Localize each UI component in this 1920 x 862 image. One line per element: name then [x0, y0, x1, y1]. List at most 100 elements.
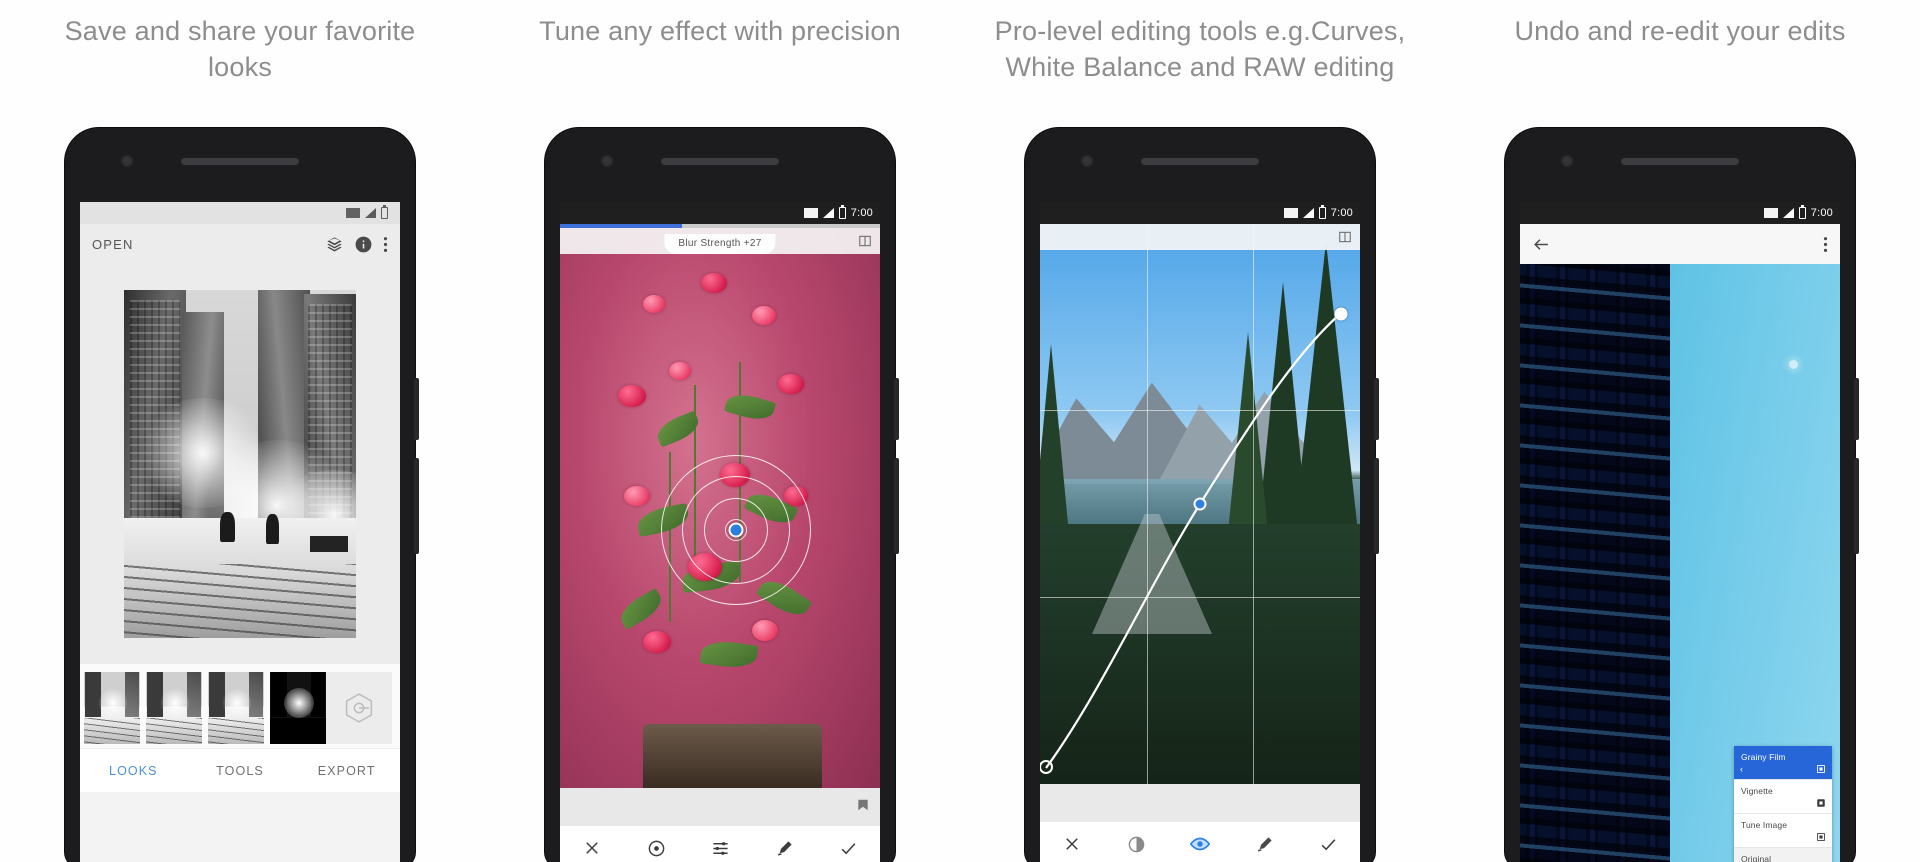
bottom-toolbar-2: [560, 826, 880, 862]
photo-person: [266, 514, 279, 544]
volume-button[interactable]: [894, 378, 899, 440]
earpiece-speaker: [1621, 158, 1739, 165]
history-item-label: Vignette: [1741, 786, 1773, 796]
stack-looks-icon[interactable]: [325, 235, 344, 254]
photo-pot: [643, 724, 823, 788]
sliders-icon[interactable]: [688, 839, 752, 858]
phone-3-screen: 7:00: [1040, 202, 1360, 862]
app-bar-4: [1520, 224, 1840, 264]
tab-looks[interactable]: LOOKS: [80, 764, 187, 778]
volume-button[interactable]: [1854, 378, 1859, 440]
history-item-tune-image[interactable]: Tune Image: [1734, 814, 1832, 848]
look-preview: [270, 672, 326, 744]
feature-panel-4: Undo and re-edit your edits 7:00 Grainy …: [1440, 0, 1920, 862]
tone-curve-point-mid[interactable]: [1193, 497, 1207, 511]
earpiece-speaker: [181, 158, 299, 165]
effect-footer: [1040, 784, 1360, 822]
eye-preview-icon[interactable]: [1168, 833, 1232, 855]
front-camera-icon: [1561, 155, 1573, 167]
look-preview: [146, 672, 202, 744]
status-time-3: 7:00: [1330, 207, 1353, 219]
back-chevron-icon[interactable]: ‹: [1740, 764, 1743, 774]
wifi-icon: [346, 208, 360, 218]
add-look-icon[interactable]: [326, 672, 392, 744]
phone-1-screen: OPEN LOOKS TOOLS EXPORT: [80, 202, 400, 862]
feature-panel-1: Save and share your favorite looks OPEN: [0, 0, 480, 862]
overflow-menu-icon[interactable]: [1823, 235, 1828, 254]
panel-2-caption: Tune any effect with precision: [539, 16, 901, 46]
look-thumbnail[interactable]: e Art: [84, 672, 140, 759]
status-bar-2: 7:00: [560, 202, 880, 224]
photo-canvas-1[interactable]: [80, 264, 400, 664]
volume-button[interactable]: [414, 378, 419, 440]
wifi-icon: [803, 208, 818, 218]
photo-canvas-4[interactable]: Grainy Film ‹ Vignette Tune Image Origin…: [1520, 264, 1840, 862]
control-point-icon[interactable]: [624, 839, 688, 858]
history-item-label: Original: [1741, 854, 1772, 862]
bottom-toolbar-3: [1040, 822, 1360, 862]
photo-leaf: [615, 587, 667, 630]
photo-skyscraper: [1520, 264, 1671, 862]
close-icon[interactable]: [1040, 835, 1104, 853]
look-thumbnail[interactable]: Push: [146, 672, 202, 759]
battery-icon: [1318, 205, 1326, 219]
power-button[interactable]: [1374, 458, 1379, 554]
contrast-half-circle-icon[interactable]: [1104, 835, 1168, 854]
battery-icon: [838, 205, 846, 219]
front-camera-icon: [1081, 155, 1093, 167]
photo-flower: [777, 373, 804, 394]
history-item-original[interactable]: Original: [1734, 848, 1832, 862]
panel-1-caption: Save and share your favorite looks: [64, 16, 416, 82]
history-item-label: Grainy Film: [1741, 752, 1786, 762]
tab-tools[interactable]: TOOLS: [187, 764, 294, 778]
brush-stamp-icon[interactable]: [752, 839, 816, 858]
effect-value-chip: Blur Strength +27: [664, 234, 776, 254]
close-icon[interactable]: [560, 839, 624, 857]
look-preview: [84, 672, 140, 744]
tab-export[interactable]: EXPORT: [293, 764, 400, 778]
history-item-vignette[interactable]: Vignette: [1734, 780, 1832, 814]
bookmark-icon[interactable]: [856, 798, 870, 812]
app-bar-1: OPEN: [80, 224, 400, 264]
edit-stack-icon[interactable]: [1816, 764, 1826, 774]
edit-history-menu: Grainy Film ‹ Vignette Tune Image Origin…: [1734, 746, 1832, 862]
info-icon[interactable]: [354, 235, 373, 254]
wifi-icon: [1283, 208, 1298, 218]
history-item-grainy-film[interactable]: Grainy Film ‹: [1734, 746, 1832, 780]
photo-truck: [310, 536, 348, 552]
photo-canvas-2[interactable]: Blur Strength +27: [560, 228, 880, 788]
power-button[interactable]: [414, 458, 419, 554]
brush-stamp-icon[interactable]: [1232, 835, 1296, 854]
signal-icon: [1782, 208, 1794, 218]
feature-panel-3: Pro-level editing tools e.g.Curves, Whit…: [960, 0, 1440, 862]
checkmark-icon[interactable]: [816, 839, 880, 858]
tone-curve-point-white[interactable]: [1334, 307, 1348, 321]
look-thumbnail[interactable]: Silhouette: [270, 672, 326, 759]
checkmark-icon[interactable]: [1296, 835, 1360, 854]
feature-panel-2: Tune any effect with precision 7:00 Blur…: [480, 0, 960, 862]
front-camera-icon: [121, 155, 133, 167]
back-arrow-icon[interactable]: [1532, 235, 1551, 254]
control-point-handle[interactable]: [728, 522, 744, 538]
history-item-label: Tune Image: [1741, 820, 1788, 830]
edit-stack-icon[interactable]: [1816, 832, 1826, 842]
overflow-menu-icon[interactable]: [383, 235, 388, 254]
look-thumbnail[interactable]: Structure: [208, 672, 264, 759]
photo-leaf: [724, 389, 777, 425]
phone-mockup-4: 7:00 Grainy Film ‹ Vignette Tune Image O…: [1505, 128, 1859, 862]
volume-button[interactable]: [1374, 378, 1379, 440]
power-button[interactable]: [1854, 458, 1859, 554]
open-button[interactable]: OPEN: [92, 237, 134, 252]
status-time-2: 7:00: [850, 207, 873, 219]
signal-icon: [822, 208, 834, 218]
status-bar-3: 7:00: [1040, 202, 1360, 224]
status-bar-4: 7:00: [1520, 202, 1840, 224]
look-preview: [208, 672, 264, 744]
compare-split-icon[interactable]: [858, 234, 872, 248]
screenshot-root: Save and share your favorite looks OPEN: [0, 0, 1920, 862]
power-button[interactable]: [894, 458, 899, 554]
photo-canvas-3[interactable]: [1040, 224, 1360, 784]
edit-mask-icon[interactable]: [1816, 798, 1826, 808]
signal-icon: [1302, 208, 1314, 218]
tone-curve-point-black[interactable]: [1040, 760, 1054, 775]
